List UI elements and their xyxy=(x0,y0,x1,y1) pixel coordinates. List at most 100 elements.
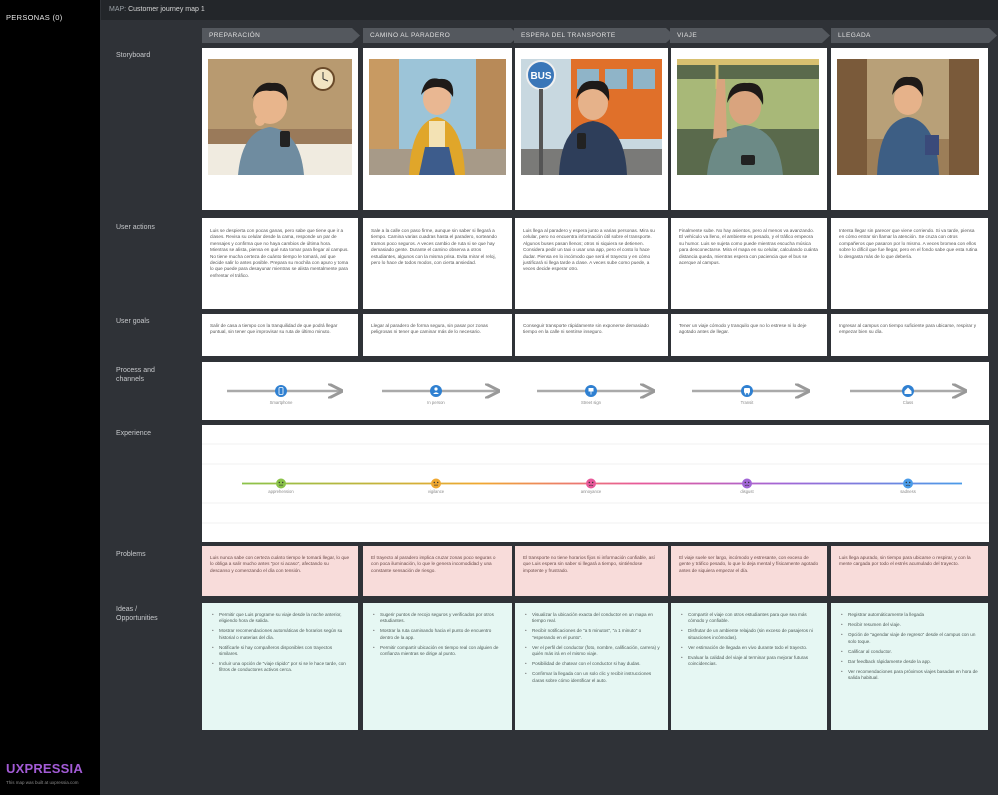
experience-label-1: apprehension xyxy=(268,489,294,494)
user-goal-card-3[interactable]: Conseguir transporte rápidamente sin exp… xyxy=(515,314,668,356)
storyboard-image-2 xyxy=(369,59,506,175)
person-icon[interactable] xyxy=(430,385,442,397)
idea-card-4[interactable]: Compartir el viaje con otros estudiantes… xyxy=(671,603,827,730)
user-goal-text: Llegar al paradero de forma segura, sin … xyxy=(371,323,488,335)
storyboard-card-4[interactable] xyxy=(671,48,827,210)
user-action-text: Sale a la calle con paso firme, aunque s… xyxy=(371,228,497,266)
emotion-vigilance-icon[interactable] xyxy=(431,478,441,489)
map-title-text: Customer journey map 1 xyxy=(128,6,205,13)
user-action-text: Luis se despierta con pocas ganas, pero … xyxy=(210,228,349,278)
channel-label-5: Class xyxy=(902,400,914,405)
idea-item: Disfrutar de un ambiente relajado (sin e… xyxy=(679,628,819,640)
storyboard-card-2[interactable] xyxy=(363,48,512,210)
idea-card-2[interactable]: Sugerir puntos de recojo seguros y verif… xyxy=(363,603,512,730)
experience-curve xyxy=(202,443,989,524)
idea-item: Permitir compartir ubicación en tiempo r… xyxy=(371,645,504,657)
school-hallway-icon xyxy=(837,59,867,175)
user-goal-card-2[interactable]: Llegar al paradero de forma segura, sin … xyxy=(363,314,512,356)
problem-card-3[interactable]: El transporte no tiene horarios fijos ni… xyxy=(515,546,668,596)
user-action-card-2[interactable]: Sale a la calle con paso firme, aunque s… xyxy=(363,218,512,309)
storyboard-card-1[interactable] xyxy=(202,48,358,210)
idea-item: Confirmar la llegada con un solo clic y … xyxy=(523,671,660,683)
idea-card-5[interactable]: Registrar automáticamente la llegada Rec… xyxy=(831,603,988,730)
idea-item: Ver estimación de llegada en vivo durant… xyxy=(679,645,819,651)
process-channels-lane: Smartphone In person Street sign Transit… xyxy=(202,362,989,420)
user-action-text: Intenta llegar sin parecer que viene cor… xyxy=(839,228,978,259)
user-goal-text: Conseguir transporte rápidamente sin exp… xyxy=(523,323,649,335)
experience-label-5: sadness xyxy=(900,489,916,494)
user-goal-card-4[interactable]: Tener un viaje cómodo y tranquilo que no… xyxy=(671,314,827,356)
idea-list: Registrar automáticamente la llegada Rec… xyxy=(839,612,980,682)
bus-sign-text: BUS xyxy=(530,71,551,82)
problem-card-5[interactable]: Luis llega apurado, sin tiempo para ubic… xyxy=(831,546,988,596)
emotion-apprehension-icon[interactable] xyxy=(276,478,286,489)
experience-lane: apprehension vigilance annoyance disgust… xyxy=(202,425,989,542)
class-icon[interactable] xyxy=(902,385,914,397)
idea-card-1[interactable]: Permitir que Luis programe su viaje desd… xyxy=(202,603,358,730)
idea-item: Mostrar la ruta caminando hacia el punto… xyxy=(371,628,504,640)
experience-label-3: annoyance xyxy=(580,489,602,494)
idea-item: Notificarle si hay compañeros disponible… xyxy=(210,645,350,657)
row-label-user-goals: User goals xyxy=(116,318,150,325)
problem-text: El trayecto al paradero implica cruzar z… xyxy=(371,555,496,573)
brand-credit: This map was built at uxpressia.com xyxy=(6,780,79,785)
row-label-user-actions: User actions xyxy=(116,224,155,231)
idea-item: Permitir que Luis programe su viaje desd… xyxy=(210,612,350,624)
idea-item: Registrar automáticamente la llegada xyxy=(839,612,980,618)
user-goal-text: Tener un viaje cómodo y tranquilo que no… xyxy=(679,323,807,335)
problem-card-2[interactable]: El trayecto al paradero implica cruzar z… xyxy=(363,546,512,596)
idea-item: Dar feedback rápidamente desde la app. xyxy=(839,659,980,665)
stage-header-2[interactable]: CAMINO AL PARADERO xyxy=(363,28,519,43)
row-label-ideas: Ideas / Opportunities xyxy=(116,606,158,622)
user-action-card-1[interactable]: Luis se despierta con pocas ganas, pero … xyxy=(202,218,358,309)
stage-header-1[interactable]: PREPARACIÓN xyxy=(202,28,360,43)
storyboard-card-3[interactable]: BUS xyxy=(515,48,668,210)
emotion-sadness-icon[interactable] xyxy=(903,478,913,489)
idea-item: Compartir el viaje con otros estudiantes… xyxy=(679,612,819,624)
map-title-prefix: MAP: xyxy=(109,6,127,13)
user-action-card-4[interactable]: Finalmente sube. No hay asientos, pero a… xyxy=(671,218,827,309)
idea-list: Sugerir puntos de recojo seguros y verif… xyxy=(371,612,504,657)
idea-list: Permitir que Luis programe su viaje desd… xyxy=(210,612,350,674)
row-label-process: Process and channels xyxy=(116,367,155,383)
row-label-storyboard: Storyboard xyxy=(116,52,151,59)
idea-item: Sugerir puntos de recojo seguros y verif… xyxy=(371,612,504,624)
storyboard-card-5[interactable] xyxy=(831,48,988,210)
stage-header-3[interactable]: ESPERA DEL TRANSPORTE xyxy=(514,28,674,43)
emotion-annoyance-icon[interactable] xyxy=(586,478,596,489)
user-action-card-5[interactable]: Intenta llegar sin parecer que viene cor… xyxy=(831,218,988,309)
problem-text: Luis nunca sabe con certeza cuánto tiemp… xyxy=(210,555,350,573)
idea-item: Ver el perfil del conductor (foto, nombr… xyxy=(523,645,660,657)
idea-item: Evaluar la calidad del viaje al terminar… xyxy=(679,655,819,667)
map-title[interactable]: MAP: Customer journey map 1 xyxy=(109,6,205,13)
idea-item: Visualizar la ubicación exacta del condu… xyxy=(523,612,660,624)
user-goal-card-1[interactable]: Salir de casa a tiempo con la tranquilid… xyxy=(202,314,358,356)
map-canvas: MAP: Customer journey map 1 PREPARACIÓN … xyxy=(101,0,998,795)
problem-card-1[interactable]: Luis nunca sabe con certeza cuánto tiemp… xyxy=(202,546,358,596)
idea-card-3[interactable]: Visualizar la ubicación exacta del condu… xyxy=(515,603,668,730)
idea-item: Posibilidad de chatear con el conductor … xyxy=(523,661,660,667)
user-action-text: Finalmente sube. No hay asientos, pero a… xyxy=(679,228,818,266)
map-header: MAP: Customer journey map 1 xyxy=(101,0,998,20)
idea-item: Incluir una opción de "viaje rápido" por… xyxy=(210,661,350,673)
user-goal-card-5[interactable]: Ingresar al campus con tiempo suficiente… xyxy=(831,314,988,356)
emotion-disgust-icon[interactable] xyxy=(742,478,752,489)
personas-toggle[interactable]: PERSONAS (0) xyxy=(6,13,63,22)
problem-text: El viaje suele ser largo, incómodo y est… xyxy=(679,555,819,573)
stage-header-4[interactable]: VIAJE xyxy=(670,28,830,43)
experience-label-4: disgust xyxy=(740,489,754,494)
storyboard-image-4 xyxy=(677,59,819,175)
street-sign-icon[interactable] xyxy=(585,385,597,397)
channel-label-3: Street sign xyxy=(580,400,602,405)
idea-item: Recibir notificaciones de "a 5 minutos",… xyxy=(523,628,660,640)
brand-logo: UXPRESSIA xyxy=(6,761,83,776)
user-action-card-3[interactable]: Luis llega al paradero y espera junto a … xyxy=(515,218,668,309)
idea-item: Opción de "agendar viaje de regreso" des… xyxy=(839,632,980,644)
channel-label-4: Transit xyxy=(740,400,754,405)
transit-icon[interactable] xyxy=(741,385,753,397)
problem-card-4[interactable]: El viaje suele ser largo, incómodo y est… xyxy=(671,546,827,596)
stage-header-5[interactable]: LLEGADA xyxy=(831,28,997,43)
storyboard-image-3: BUS xyxy=(521,59,662,175)
smartphone-icon[interactable] xyxy=(275,385,287,397)
idea-item: Ver recomendaciones para próximos viajes… xyxy=(839,669,980,681)
